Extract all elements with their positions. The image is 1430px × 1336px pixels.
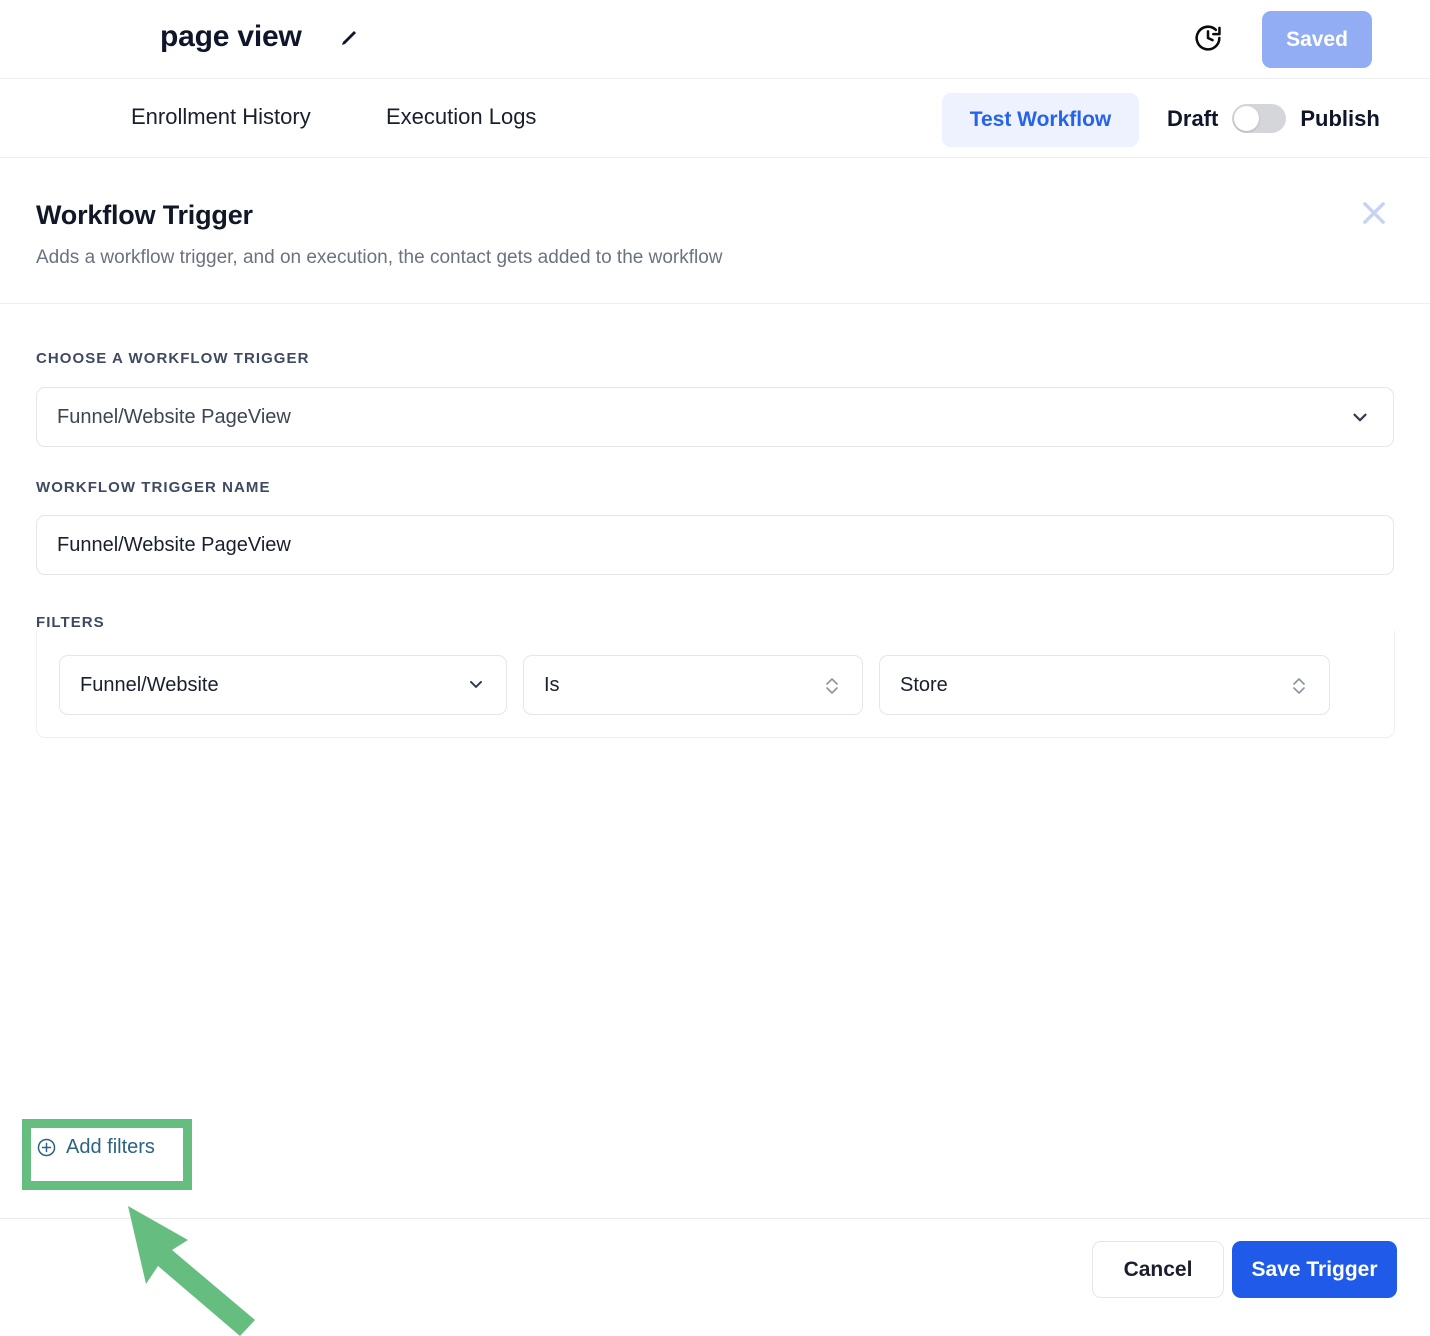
filters-container: Funnel/Website Is Store [36, 631, 1395, 738]
trigger-select-label: CHOOSE A WORKFLOW TRIGGER [36, 350, 310, 367]
plus-circle-icon [36, 1137, 57, 1158]
page-title: page view [160, 20, 302, 53]
save-trigger-button[interactable]: Save Trigger [1232, 1241, 1397, 1298]
filter-operator-select[interactable]: Is [523, 655, 863, 715]
saved-button[interactable]: Saved [1262, 11, 1372, 68]
draft-label: Draft [1167, 105, 1219, 131]
chevron-up-down-icon [822, 674, 842, 696]
pencil-icon[interactable] [337, 26, 361, 50]
filter-value-select[interactable]: Store [879, 655, 1330, 715]
toggle-knob [1234, 106, 1260, 131]
chevron-down-icon [1349, 406, 1371, 428]
panel-body: CHOOSE A WORKFLOW TRIGGER Funnel/Website… [0, 304, 1430, 1336]
workflow-trigger-name-value: Funnel/Website PageView [57, 533, 291, 556]
workflow-trigger-name-input[interactable]: Funnel/Website PageView [36, 515, 1394, 575]
filters-section: FILTERS Funnel/Website Is Store [36, 614, 1395, 738]
panel-subtitle: Adds a workflow trigger, and on executio… [36, 247, 723, 268]
panel-footer: Cancel Save Trigger [0, 1218, 1430, 1336]
workflow-trigger-select-value: Funnel/Website PageView [57, 405, 291, 428]
filters-label: FILTERS [36, 614, 105, 631]
trigger-name-label: WORKFLOW TRIGGER NAME [36, 479, 271, 496]
workflow-trigger-select[interactable]: Funnel/Website PageView [36, 387, 1394, 447]
test-workflow-button[interactable]: Test Workflow [942, 93, 1139, 147]
filter-field-value: Funnel/Website [80, 673, 219, 696]
close-icon[interactable] [1354, 193, 1394, 233]
tab-execution-logs[interactable]: Execution Logs [386, 104, 536, 130]
top-bar: page view Saved [0, 0, 1430, 79]
filter-field-select[interactable]: Funnel/Website [59, 655, 507, 715]
cancel-button[interactable]: Cancel [1092, 1241, 1224, 1298]
filter-value-value: Store [900, 673, 948, 696]
draft-publish-toggle[interactable] [1232, 104, 1287, 133]
add-filters-button[interactable]: Add filters [36, 1136, 155, 1159]
panel-title: Workflow Trigger [36, 200, 253, 230]
publish-label: Publish [1300, 105, 1380, 131]
chevron-up-down-icon [1289, 674, 1309, 696]
tab-enrollment-history[interactable]: Enrollment History [131, 104, 311, 130]
add-filters-label: Add filters [66, 1136, 155, 1158]
panel-header: Workflow Trigger Adds a workflow trigger… [0, 158, 1430, 304]
publish-toggle-group: Draft Publish [1167, 104, 1380, 133]
workflow-trigger-page: page view Saved Enrollment History Execu… [0, 0, 1430, 1336]
chevron-down-icon [466, 674, 486, 696]
clock-history-icon[interactable] [1192, 22, 1224, 54]
filter-operator-value: Is [544, 673, 560, 696]
